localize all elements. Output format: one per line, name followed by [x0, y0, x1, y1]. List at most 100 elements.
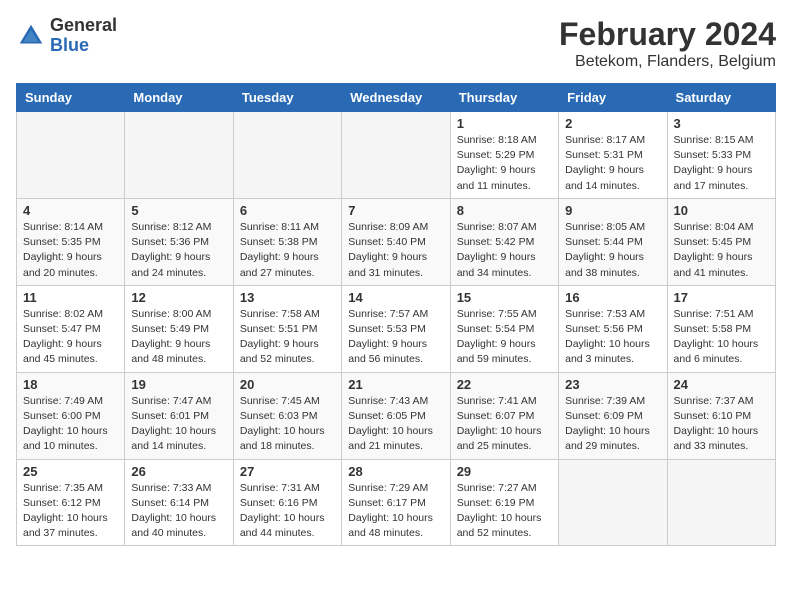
- calendar-cell: 22Sunrise: 7:41 AM Sunset: 6:07 PM Dayli…: [450, 372, 558, 459]
- day-number: 7: [348, 203, 443, 218]
- day-of-week-header: Tuesday: [233, 84, 341, 112]
- day-of-week-header: Thursday: [450, 84, 558, 112]
- day-number: 5: [131, 203, 226, 218]
- calendar-cell: 7 Sunrise: 8:09 AM Sunset: 5:40 PM Daylig…: [342, 198, 450, 285]
- day-number: 6: [240, 203, 335, 218]
- calendar-cell: 8Sunrise: 8:07 AM Sunset: 5:42 PM Daylig…: [450, 198, 558, 285]
- day-info: Sunrise: 7:27 AM Sunset: 6:19 PM Dayligh…: [457, 481, 552, 542]
- calendar-cell: 2 Sunrise: 8:17 AM Sunset: 5:31 PM Daylig…: [559, 112, 667, 199]
- day-number: 28: [348, 464, 443, 479]
- header: General Blue February 2024 Betekom, Flan…: [16, 16, 776, 71]
- logo-blue: Blue: [50, 36, 117, 56]
- day-of-week-header: Friday: [559, 84, 667, 112]
- calendar-cell: 26 Sunrise: 7:33 AM Sunset: 6:14 PM Dayli…: [125, 459, 233, 546]
- calendar-cell: 12 Sunrise: 8:00 AM Sunset: 5:49 PM Dayli…: [125, 285, 233, 372]
- calendar-week-row: 25 Sunrise: 7:35 AM Sunset: 6:12 PM Dayli…: [17, 459, 776, 546]
- day-number: 25: [23, 464, 118, 479]
- day-number: 9: [565, 203, 660, 218]
- day-info: Sunrise: 8:17 AM Sunset: 5:31 PM Dayligh…: [565, 133, 660, 194]
- calendar-cell: 25 Sunrise: 7:35 AM Sunset: 6:12 PM Dayli…: [17, 459, 125, 546]
- day-number: 2: [565, 116, 660, 131]
- day-info: Sunrise: 7:53 AM Sunset: 5:56 PM Dayligh…: [565, 307, 660, 368]
- day-number: 14: [348, 290, 443, 305]
- day-info: Sunrise: 8:07 AM Sunset: 5:42 PM Dayligh…: [457, 220, 552, 281]
- logo-general: General: [50, 16, 117, 36]
- day-of-week-header: Sunday: [17, 84, 125, 112]
- day-info: Sunrise: 7:45 AM Sunset: 6:03 PM Dayligh…: [240, 394, 335, 455]
- day-info: Sunrise: 8:12 AM Sunset: 5:36 PM Dayligh…: [131, 220, 226, 281]
- day-info: Sunrise: 7:55 AM Sunset: 5:54 PM Dayligh…: [457, 307, 552, 368]
- calendar-title: February 2024: [559, 16, 776, 53]
- calendar-cell: [559, 459, 667, 546]
- day-number: 16: [565, 290, 660, 305]
- calendar-cell: 28Sunrise: 7:29 AM Sunset: 6:17 PM Dayli…: [342, 459, 450, 546]
- calendar-cell: 15 Sunrise: 7:55 AM Sunset: 5:54 PM Dayli…: [450, 285, 558, 372]
- day-info: Sunrise: 7:39 AM Sunset: 6:09 PM Dayligh…: [565, 394, 660, 455]
- calendar-table: SundayMondayTuesdayWednesdayThursdayFrid…: [16, 83, 776, 546]
- calendar-cell: 17Sunrise: 7:51 AM Sunset: 5:58 PM Dayli…: [667, 285, 775, 372]
- logo-text: General Blue: [50, 16, 117, 56]
- day-of-week-header: Saturday: [667, 84, 775, 112]
- day-number: 15: [457, 290, 552, 305]
- day-number: 10: [674, 203, 769, 218]
- calendar-cell: 9 Sunrise: 8:05 AM Sunset: 5:44 PM Daylig…: [559, 198, 667, 285]
- day-number: 11: [23, 290, 118, 305]
- day-number: 13: [240, 290, 335, 305]
- day-info: Sunrise: 7:43 AM Sunset: 6:05 PM Dayligh…: [348, 394, 443, 455]
- day-info: Sunrise: 8:02 AM Sunset: 5:47 PM Dayligh…: [23, 307, 118, 368]
- day-info: Sunrise: 8:00 AM Sunset: 5:49 PM Dayligh…: [131, 307, 226, 368]
- calendar-cell: 21 Sunrise: 7:43 AM Sunset: 6:05 PM Dayli…: [342, 372, 450, 459]
- calendar-cell: 19 Sunrise: 7:47 AM Sunset: 6:01 PM Dayli…: [125, 372, 233, 459]
- calendar-cell: [667, 459, 775, 546]
- day-info: Sunrise: 8:05 AM Sunset: 5:44 PM Dayligh…: [565, 220, 660, 281]
- calendar-week-row: 11 Sunrise: 8:02 AM Sunset: 5:47 PM Dayli…: [17, 285, 776, 372]
- calendar-cell: 10Sunrise: 8:04 AM Sunset: 5:45 PM Dayli…: [667, 198, 775, 285]
- day-info: Sunrise: 7:35 AM Sunset: 6:12 PM Dayligh…: [23, 481, 118, 542]
- day-number: 29: [457, 464, 552, 479]
- day-info: Sunrise: 7:51 AM Sunset: 5:58 PM Dayligh…: [674, 307, 769, 368]
- day-info: Sunrise: 7:49 AM Sunset: 6:00 PM Dayligh…: [23, 394, 118, 455]
- calendar-cell: 23 Sunrise: 7:39 AM Sunset: 6:09 PM Dayli…: [559, 372, 667, 459]
- day-info: Sunrise: 7:37 AM Sunset: 6:10 PM Dayligh…: [674, 394, 769, 455]
- day-info: Sunrise: 8:14 AM Sunset: 5:35 PM Dayligh…: [23, 220, 118, 281]
- day-number: 19: [131, 377, 226, 392]
- calendar-week-row: 18 Sunrise: 7:49 AM Sunset: 6:00 PM Dayli…: [17, 372, 776, 459]
- day-info: Sunrise: 8:11 AM Sunset: 5:38 PM Dayligh…: [240, 220, 335, 281]
- day-number: 27: [240, 464, 335, 479]
- day-number: 20: [240, 377, 335, 392]
- day-number: 21: [348, 377, 443, 392]
- calendar-cell: [342, 112, 450, 199]
- calendar-cell: [125, 112, 233, 199]
- day-of-week-header: Monday: [125, 84, 233, 112]
- calendar-subtitle: Betekom, Flanders, Belgium: [559, 53, 776, 71]
- calendar-cell: [233, 112, 341, 199]
- day-info: Sunrise: 8:09 AM Sunset: 5:40 PM Dayligh…: [348, 220, 443, 281]
- calendar-week-row: 4 Sunrise: 8:14 AM Sunset: 5:35 PM Daylig…: [17, 198, 776, 285]
- calendar-cell: 18 Sunrise: 7:49 AM Sunset: 6:00 PM Dayli…: [17, 372, 125, 459]
- day-number: 23: [565, 377, 660, 392]
- logo: General Blue: [16, 16, 117, 56]
- day-number: 4: [23, 203, 118, 218]
- calendar-cell: 11 Sunrise: 8:02 AM Sunset: 5:47 PM Dayli…: [17, 285, 125, 372]
- calendar-cell: 1Sunrise: 8:18 AM Sunset: 5:29 PM Daylig…: [450, 112, 558, 199]
- day-info: Sunrise: 7:41 AM Sunset: 6:07 PM Dayligh…: [457, 394, 552, 455]
- day-info: Sunrise: 7:31 AM Sunset: 6:16 PM Dayligh…: [240, 481, 335, 542]
- day-number: 12: [131, 290, 226, 305]
- day-info: Sunrise: 7:33 AM Sunset: 6:14 PM Dayligh…: [131, 481, 226, 542]
- logo-icon: [16, 21, 46, 51]
- calendar-cell: 24Sunrise: 7:37 AM Sunset: 6:10 PM Dayli…: [667, 372, 775, 459]
- day-info: Sunrise: 7:57 AM Sunset: 5:53 PM Dayligh…: [348, 307, 443, 368]
- calendar-cell: [17, 112, 125, 199]
- day-number: 3: [674, 116, 769, 131]
- day-info: Sunrise: 7:47 AM Sunset: 6:01 PM Dayligh…: [131, 394, 226, 455]
- calendar-cell: 6 Sunrise: 8:11 AM Sunset: 5:38 PM Daylig…: [233, 198, 341, 285]
- day-number: 26: [131, 464, 226, 479]
- calendar-cell: 5 Sunrise: 8:12 AM Sunset: 5:36 PM Daylig…: [125, 198, 233, 285]
- calendar-cell: 27 Sunrise: 7:31 AM Sunset: 6:16 PM Dayli…: [233, 459, 341, 546]
- calendar-cell: 14 Sunrise: 7:57 AM Sunset: 5:53 PM Dayli…: [342, 285, 450, 372]
- day-number: 18: [23, 377, 118, 392]
- day-info: Sunrise: 7:58 AM Sunset: 5:51 PM Dayligh…: [240, 307, 335, 368]
- calendar-cell: 20 Sunrise: 7:45 AM Sunset: 6:03 PM Dayli…: [233, 372, 341, 459]
- calendar-cell: 3Sunrise: 8:15 AM Sunset: 5:33 PM Daylig…: [667, 112, 775, 199]
- day-number: 1: [457, 116, 552, 131]
